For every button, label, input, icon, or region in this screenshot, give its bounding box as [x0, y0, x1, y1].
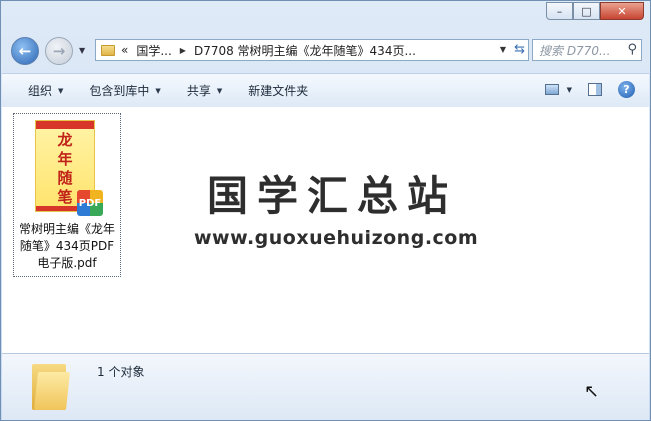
refresh-icon[interactable]: ⇆: [514, 42, 525, 57]
file-list[interactable]: 龙年随笔 PDF 常树明主编《龙年随笔》434页PDF电子版.pdf 国学汇总站…: [2, 107, 649, 353]
organize-menu[interactable]: 组织 ▼: [28, 82, 63, 99]
maximize-button[interactable]: □: [573, 2, 600, 20]
breadcrumb-current[interactable]: D7708 常树明主编《龙年随笔》434页...: [194, 42, 416, 59]
chevron-down-icon: ▼: [58, 86, 64, 95]
breadcrumb-item[interactable]: 国学...: [136, 42, 171, 59]
watermark-url: www.guoxuehuizong.com: [194, 227, 479, 249]
address-dropdown-icon[interactable]: ▼: [500, 45, 506, 54]
item-count: 1 个对象: [97, 365, 145, 379]
file-name[interactable]: 常树明主编《龙年随笔》434页PDF电子版.pdf: [14, 221, 120, 272]
forward-button[interactable]: →: [45, 37, 73, 65]
file-item[interactable]: 龙年随笔 PDF 常树明主编《龙年随笔》434页PDF电子版.pdf: [13, 113, 121, 277]
close-button[interactable]: ✕: [600, 2, 644, 20]
new-folder-label: 新建文件夹: [248, 84, 309, 98]
back-arrow-icon: ←: [18, 42, 32, 60]
details-pane: 1 个对象 ↖: [2, 353, 649, 420]
chevron-down-icon: ▼: [155, 86, 161, 95]
address-bar[interactable]: « 国学... ▶ D7708 常树明主编《龙年随笔》434页... ▼ ⇆: [95, 39, 529, 61]
help-icon[interactable]: ?: [618, 81, 635, 98]
explorer-window: – □ ✕ ← → ▼ « 国学... ▶ D7708 常树明主编《龙年随笔》4…: [0, 0, 651, 421]
folder-icon: [101, 44, 115, 56]
preview-pane-icon[interactable]: [588, 83, 602, 96]
search-input[interactable]: 搜索 D770... ⚲: [532, 39, 642, 61]
view-options-button[interactable]: ▼: [544, 84, 572, 95]
caption-buttons: – □ ✕: [546, 2, 644, 20]
folder-icon: [32, 362, 70, 410]
thumb-band: [36, 121, 94, 129]
address-row: ← → ▼ « 国学... ▶ D7708 常树明主编《龙年随笔》434页...…: [9, 34, 642, 66]
chevron-down-icon: ▼: [216, 86, 223, 95]
search-icon[interactable]: ⚲: [627, 42, 637, 57]
recent-pages-dropdown[interactable]: ▼: [79, 46, 85, 55]
address-overflow[interactable]: «: [121, 43, 128, 57]
share-menu[interactable]: 共享 ▼: [187, 82, 222, 99]
mouse-cursor-icon: ↖: [584, 381, 600, 402]
minimize-button[interactable]: –: [546, 2, 573, 20]
view-icon: [544, 84, 559, 95]
include-in-library-menu[interactable]: 包含到库中 ▼: [89, 82, 160, 99]
command-bar: 组织 ▼ 包含到库中 ▼ 共享 ▼ 新建文件夹 ▼ ?: [2, 73, 649, 108]
share-label: 共享: [186, 84, 211, 98]
include-library-label: 包含到库中: [89, 84, 150, 98]
chevron-down-icon: ▼: [566, 85, 572, 94]
organize-label: 组织: [28, 84, 53, 98]
pdf-app-icon: PDF: [77, 190, 103, 216]
new-folder-button[interactable]: 新建文件夹: [248, 82, 308, 99]
breadcrumb-chevron-icon[interactable]: ▶: [180, 46, 186, 55]
toolbar-right: ▼ ?: [544, 81, 635, 98]
back-button[interactable]: ←: [11, 37, 39, 65]
forward-arrow-icon: →: [52, 42, 66, 60]
watermark-title: 国学汇总站: [207, 172, 457, 220]
search-placeholder: 搜索 D770...: [539, 43, 611, 58]
